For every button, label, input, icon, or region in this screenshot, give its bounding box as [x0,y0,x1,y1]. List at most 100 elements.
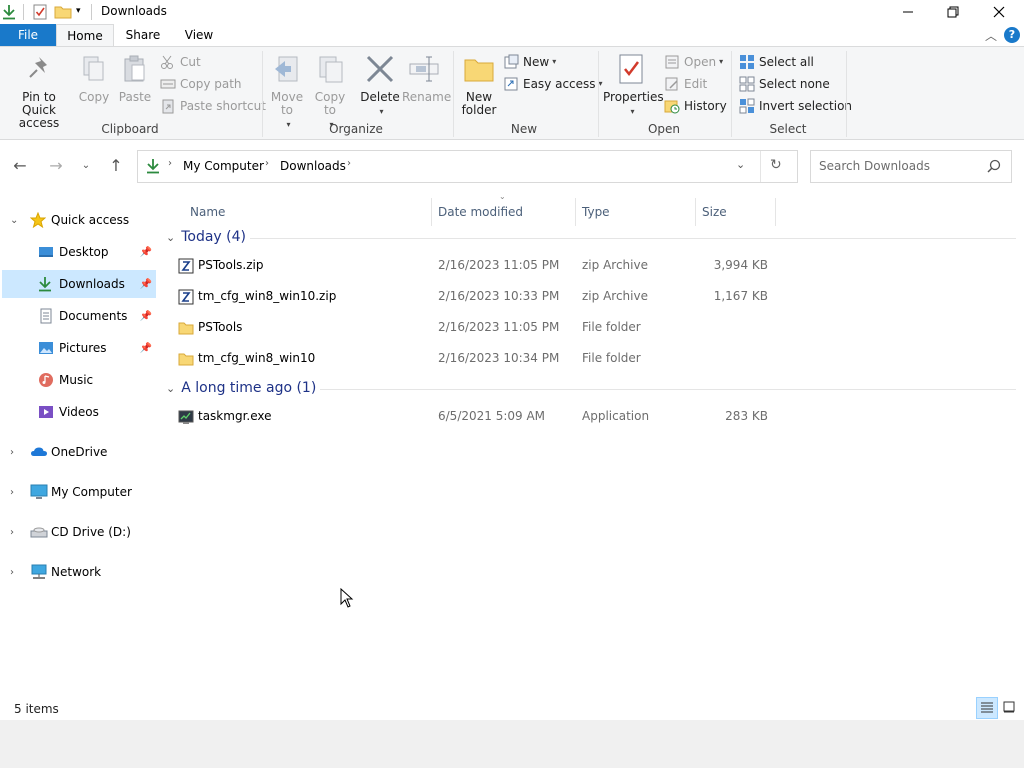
copy-path-button[interactable]: Copy path [160,74,242,94]
column-header-size[interactable]: Size [696,198,776,226]
file-row[interactable]: tm_cfg_win8_win10 2/16/2023 10:34 PM Fil… [166,345,1016,373]
file-row[interactable]: tm_cfg_win8_win10.zip 2/16/2023 10:33 PM… [166,283,1016,311]
address-history-dropdown-icon[interactable]: ⌄ [736,158,745,171]
refresh-icon[interactable]: ↻ [770,157,782,173]
open-button[interactable]: Open ▾ [664,52,723,72]
large-icons-view-button[interactable] [998,697,1020,719]
edit-button[interactable]: Edit [664,74,707,94]
ribbon: Pin to Quick access Copy Paste Cut Copy … [0,46,1024,140]
tab-view[interactable]: View [172,24,226,46]
collapsed-chevron-icon[interactable]: › [10,447,14,458]
easy-access-button[interactable]: Easy access ▾ [503,74,603,94]
invert-selection-button[interactable]: Invert selection [739,96,852,116]
nav-label-network: Network [51,565,102,579]
forward-arrow-icon[interactable]: → [44,154,68,178]
group-header-today[interactable]: ⌄ Today (4) [166,226,246,248]
new-folder-qa-icon[interactable] [54,4,72,23]
new-folder-button[interactable]: New folder [458,51,500,117]
collapsed-chevron-icon[interactable]: › [10,567,14,578]
breadcrumb-chevron-icon[interactable]: › [347,158,351,169]
file-row[interactable]: PSTools 2/16/2023 11:05 PM File folder [166,314,1016,342]
up-arrow-icon[interactable]: ↑ [104,154,128,178]
nav-item-downloads[interactable]: Downloads 📌 [2,270,156,298]
search-input[interactable]: Search Downloads [819,159,930,173]
back-arrow-icon[interactable]: ← [8,154,32,178]
nav-item-onedrive[interactable]: › OneDrive [2,438,156,466]
minimize-button[interactable] [885,0,931,24]
column-header-name[interactable]: Name [184,198,432,226]
close-button[interactable] [976,0,1022,24]
breadcrumb-downloads[interactable]: Downloads [280,159,346,173]
file-date: 6/5/2021 5:09 AM [438,409,546,423]
open-icon [664,54,680,70]
group-header-long-ago[interactable]: ⌄ A long time ago (1) [166,377,316,399]
breadcrumb-chevron-icon[interactable]: › [168,158,172,169]
history-button[interactable]: History [664,96,727,116]
nav-item-network[interactable]: › Network [2,558,156,586]
new-folder-label: New folder [461,90,497,117]
group-label-clipboard: Clipboard [101,122,159,136]
nav-label-desktop: Desktop [59,245,109,259]
move-to-button[interactable]: Move to ▾ [268,51,306,131]
mouse-cursor-icon [340,587,354,611]
history-label: History [684,99,727,113]
expanded-chevron-icon[interactable]: ⌄ [10,215,18,226]
recent-locations-chevron-icon[interactable]: ⌄ [74,154,98,178]
nav-item-pictures[interactable]: Pictures 📌 [2,334,156,362]
properties-check-icon[interactable] [33,4,47,23]
address-bar[interactable]: › My Computer › Downloads › ⌄ ↻ [137,150,798,183]
paste-button[interactable]: Paste [117,51,153,104]
collapsed-chevron-icon[interactable]: › [10,527,14,538]
restore-button[interactable] [930,0,976,24]
nav-item-desktop[interactable]: Desktop 📌 [2,238,156,266]
pin-icon[interactable]: 📌 [140,343,152,354]
tab-share[interactable]: Share [116,24,170,46]
nav-item-videos[interactable]: Videos [2,398,156,426]
rename-button[interactable]: Rename [402,51,451,104]
pin-icon[interactable]: 📌 [140,247,152,258]
customize-qa-dropdown-icon[interactable]: ▾ [76,6,81,16]
nav-item-quick-access[interactable]: ⌄ Quick access [2,206,156,234]
nav-item-cd-drive[interactable]: › CD Drive (D:) [2,518,156,546]
nav-item-documents[interactable]: Documents 📌 [2,302,156,330]
properties-button[interactable]: Properties ▾ [603,51,664,118]
paste-shortcut-label: Paste shortcut [180,99,266,113]
search-box[interactable]: Search Downloads [810,150,1012,183]
pin-to-quick-access-button[interactable]: Pin to Quick access [4,51,74,130]
select-none-button[interactable]: Select none [739,74,830,94]
properties-dropdown-icon: ▾ [630,107,635,116]
search-icon[interactable] [987,159,1001,176]
open-label: Open [684,55,717,69]
copy-to-button[interactable]: Copy to ▾ [311,51,349,131]
help-icon[interactable]: ? [1004,27,1020,43]
tab-file[interactable]: File [0,24,56,46]
column-header-date-modified[interactable]: Date modified [432,198,576,226]
move-to-label: Move to [270,90,304,117]
details-view-button[interactable] [976,697,998,719]
copy-button[interactable]: Copy [76,51,112,104]
invert-selection-label: Invert selection [759,99,853,113]
group-label-open: Open [647,122,681,136]
column-header-type[interactable]: Type [576,198,696,226]
nav-item-music[interactable]: Music [2,366,156,394]
nav-item-my-computer[interactable]: › My Computer [2,478,156,506]
breadcrumb-my-computer[interactable]: My Computer [183,159,264,173]
group-collapse-chevron-icon[interactable]: ⌄ [166,231,175,244]
breadcrumb-chevron-icon[interactable]: › [265,158,269,169]
file-row[interactable]: PSTools.zip 2/16/2023 11:05 PM zip Archi… [166,252,1016,280]
file-row[interactable]: taskmgr.exe 6/5/2021 5:09 AM Application… [166,403,1016,431]
select-all-button[interactable]: Select all [739,52,814,72]
nav-label-quick-access: Quick access [51,213,130,227]
pin-icon[interactable]: 📌 [140,279,152,290]
cut-button[interactable]: Cut [160,52,201,72]
tab-home[interactable]: Home [56,24,114,46]
select-all-icon [739,54,755,70]
pin-icon[interactable]: 📌 [140,311,152,322]
collapsed-chevron-icon[interactable]: › [10,487,14,498]
group-collapse-chevron-icon[interactable]: ⌄ [166,382,175,395]
rename-label: Rename [402,90,452,104]
minimize-ribbon-chevron-icon[interactable]: ︿ [985,27,997,44]
delete-button[interactable]: Delete ▾ [359,51,401,118]
new-item-button[interactable]: New ▾ [503,52,556,72]
paste-shortcut-button[interactable]: Paste shortcut [160,96,266,116]
